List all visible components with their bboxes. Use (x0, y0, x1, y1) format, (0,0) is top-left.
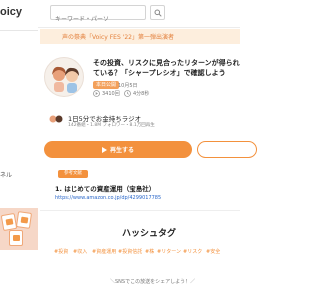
announcement-text: 声の祭典「Voicy FES '22」第一弾出演者 (62, 34, 174, 41)
play-count-icon (93, 90, 100, 97)
promo-card (9, 230, 23, 246)
channel-stats: 142番組・1.8M フォロワー・8.1万回再生 (68, 123, 155, 128)
search-button[interactable] (150, 5, 165, 20)
header-divider (38, 27, 240, 28)
follow-button[interactable] (197, 141, 257, 158)
promo-card (0, 212, 18, 232)
hashtag-heading: ハッシュタグ (122, 229, 177, 239)
reference-tag: 参考文献 (58, 170, 88, 178)
hashtag-link[interactable]: #資産運用 (92, 248, 116, 255)
hashtag-link[interactable]: #株 (145, 248, 154, 255)
play-button[interactable]: 再生する (44, 141, 192, 158)
hashtag-link[interactable]: #投資 (54, 248, 68, 255)
episode-date: 10月5日 (118, 83, 138, 89)
play-button-label: 再生する (109, 147, 134, 154)
play-icon (101, 146, 107, 153)
clock-icon (124, 90, 131, 97)
new-episode-badge: 本日公開 (93, 81, 120, 89)
sidebar-divider (0, 30, 38, 31)
section-divider (40, 210, 240, 211)
promo-banner[interactable] (0, 208, 38, 250)
episode-thumbnail[interactable] (44, 57, 84, 97)
reference-item: 1. はじめての資産運用（宝島社） (55, 185, 156, 193)
search-box[interactable] (50, 5, 146, 26)
hosts-illustration-icon (52, 66, 79, 93)
sidebar-channel-label[interactable]: ネル (0, 170, 12, 179)
hashtag-link[interactable]: #投資信託 (118, 248, 142, 255)
reference-link[interactable]: https://www.amazon.co.jp/dp/4299017785 (55, 195, 161, 201)
search-input[interactable] (51, 13, 145, 26)
play-count: 3410回 (102, 91, 120, 97)
voicy-logo[interactable]: oicy (0, 6, 22, 18)
hashtag-link[interactable]: #リスク (183, 248, 202, 255)
promo-card (15, 211, 33, 229)
hashtag-link[interactable]: #リターン (157, 248, 181, 255)
share-prompt: ＼SNSでこの放送をシェアしよう！／ (110, 279, 196, 285)
hashtag-link[interactable]: #収入 (73, 248, 87, 255)
channel-avatar[interactable] (49, 114, 63, 124)
episode-title: その投資、リスクに見合ったリターンが得られている？「シャープレシオ」で確認しよう (93, 59, 240, 77)
search-icon (154, 9, 162, 17)
announcement-banner[interactable]: 声の祭典「Voicy FES '22」第一弾出演者 (40, 29, 240, 44)
hashtag-link[interactable]: #安全 (206, 248, 220, 255)
episode-duration: 4分8秒 (133, 91, 150, 97)
